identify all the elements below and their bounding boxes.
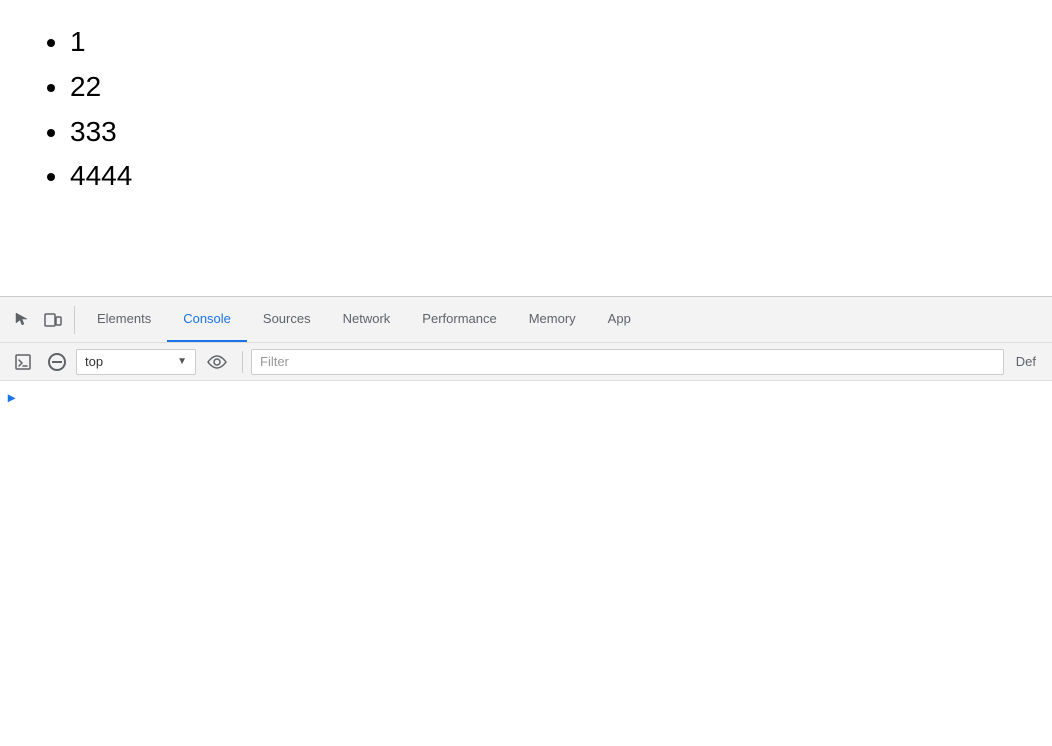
no-entry-icon <box>48 353 66 371</box>
devtools-console[interactable]: ▸ <box>0 381 1052 746</box>
tab-network[interactable]: Network <box>327 297 407 342</box>
devtools-panel: Elements Console Sources Network Perform… <box>0 296 1052 746</box>
tab-sources[interactable]: Sources <box>247 297 327 342</box>
list-item: 1 <box>70 20 1012 65</box>
filter-separator <box>242 351 243 373</box>
list: 1 22 333 4444 <box>40 20 1012 199</box>
tab-performance[interactable]: Performance <box>406 297 512 342</box>
watch-expressions-button[interactable] <box>200 351 234 373</box>
chevron-down-icon: ▼ <box>177 356 187 367</box>
devtools-tabs: Elements Console Sources Network Perform… <box>81 297 647 342</box>
tab-application[interactable]: App <box>592 297 647 342</box>
prompt-arrow-icon: ▸ <box>8 389 15 406</box>
default-levels-label: Def <box>1008 354 1044 369</box>
context-selector[interactable]: top ▼ <box>76 349 196 375</box>
tab-console[interactable]: Console <box>167 297 247 342</box>
tab-memory[interactable]: Memory <box>513 297 592 342</box>
list-item: 4444 <box>70 154 1012 199</box>
console-prompt: ▸ <box>8 385 1044 410</box>
device-toggle-button[interactable] <box>38 307 68 333</box>
list-item: 333 <box>70 110 1012 155</box>
devtools-secondary-toolbar: top ▼ Def <box>0 343 1052 381</box>
devtools-toolbar: Elements Console Sources Network Perform… <box>0 297 1052 343</box>
tab-elements[interactable]: Elements <box>81 297 167 342</box>
clear-console-button[interactable] <box>42 349 72 375</box>
filter-input[interactable] <box>251 349 1004 375</box>
page-content: 1 22 333 4444 <box>0 0 1052 296</box>
console-drawer-button[interactable] <box>8 349 38 375</box>
list-item: 22 <box>70 65 1012 110</box>
inspect-element-button[interactable] <box>8 307 38 333</box>
toolbar-separator <box>74 306 75 334</box>
